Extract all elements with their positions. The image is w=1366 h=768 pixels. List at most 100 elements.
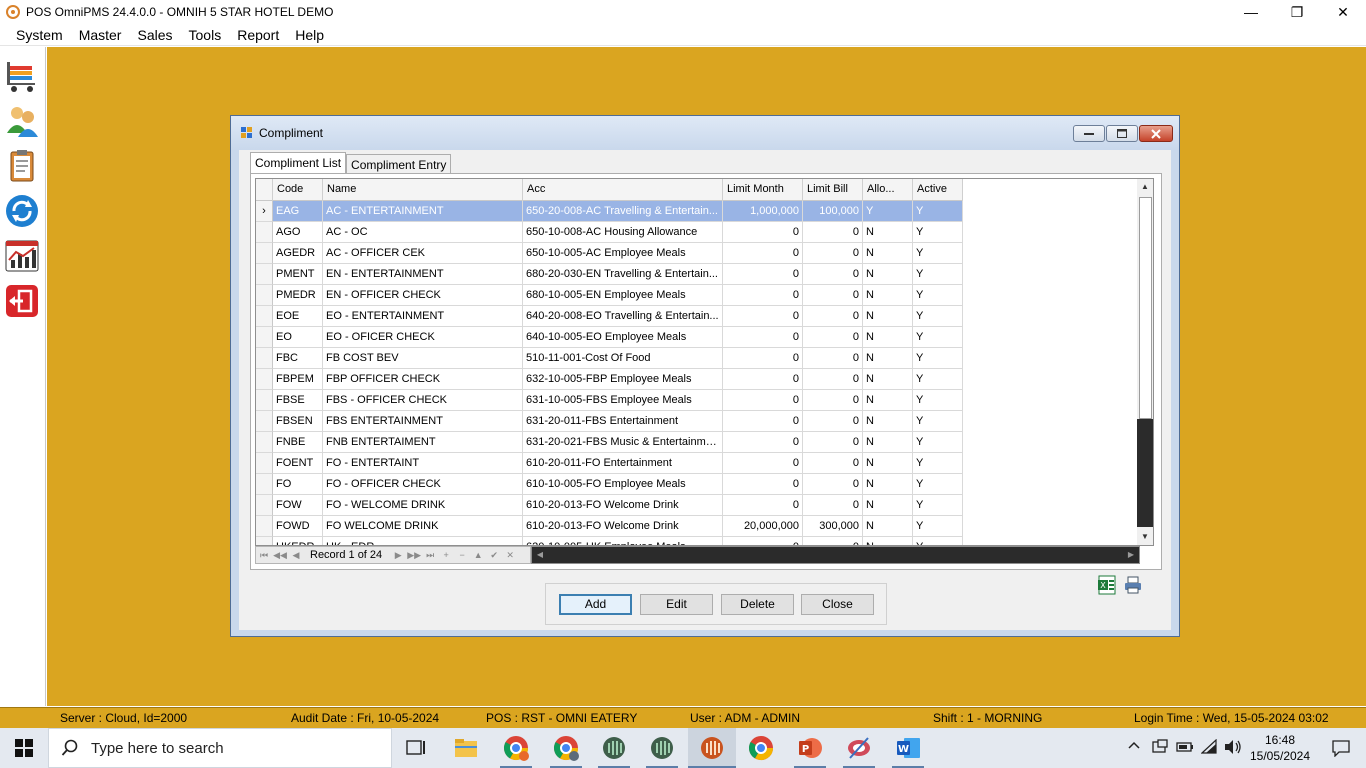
printer-icon[interactable] xyxy=(1123,575,1143,598)
cell-active[interactable]: Y xyxy=(913,285,963,306)
table-row[interactable]: FNBE FNB ENTERTAIMENT 631-20-021-FBS Music… xyxy=(256,432,963,453)
cell-limit-bill[interactable]: 300,000 xyxy=(803,516,863,537)
nav-append-icon[interactable]: + xyxy=(438,550,454,560)
exit-icon[interactable] xyxy=(3,282,41,320)
cell-allowance[interactable]: N xyxy=(863,453,913,474)
cell-limit-bill[interactable]: 0 xyxy=(803,537,863,545)
scroll-track[interactable] xyxy=(1137,419,1153,527)
cell-limit-month[interactable]: 0 xyxy=(723,243,803,264)
cell-limit-month[interactable]: 0 xyxy=(723,453,803,474)
cell-acc[interactable]: 620-10-005-HK Employee Meals xyxy=(523,537,723,545)
cell-limit-bill[interactable]: 0 xyxy=(803,285,863,306)
cell-limit-month[interactable]: 0 xyxy=(723,348,803,369)
cell-acc[interactable]: 610-20-013-FO Welcome Drink xyxy=(523,516,723,537)
column-header-active[interactable]: Active xyxy=(913,179,963,201)
notification-icon[interactable] xyxy=(1332,739,1350,760)
cell-limit-bill[interactable]: 0 xyxy=(803,348,863,369)
cell-active[interactable]: Y xyxy=(913,411,963,432)
compliment-grid[interactable]: Code Name Acc Limit Month Limit Bill Allo... A… xyxy=(255,178,1140,546)
column-header-limit-month[interactable]: Limit Month xyxy=(723,179,803,201)
cell-allowance[interactable]: N xyxy=(863,264,913,285)
cell-limit-bill[interactable]: 0 xyxy=(803,264,863,285)
omnipms-icon[interactable] xyxy=(646,732,678,764)
cell-allowance[interactable]: N xyxy=(863,285,913,306)
vertical-scrollbar[interactable]: ▲ ▼ xyxy=(1137,178,1154,546)
cart-icon[interactable] xyxy=(3,57,41,95)
cell-limit-bill[interactable]: 0 xyxy=(803,243,863,264)
cell-code[interactable]: AGEDR xyxy=(273,243,323,264)
table-row[interactable]: EOE EO - ENTERTAINMENT 640-20-008-EO Trave… xyxy=(256,306,963,327)
tab-compliment-list[interactable]: Compliment List xyxy=(250,152,347,174)
cell-acc[interactable]: 631-10-005-FBS Employee Meals xyxy=(523,390,723,411)
maximize-button[interactable]: ❐ xyxy=(1274,0,1320,24)
taskbar-search[interactable]: Type here to search xyxy=(48,728,392,768)
nav-cancel-icon[interactable]: ✕ xyxy=(502,550,518,561)
cell-name[interactable]: FO - OFFICER CHECK xyxy=(323,474,523,495)
cell-allowance[interactable]: N xyxy=(863,327,913,348)
cell-acc[interactable]: 650-10-008-AC Housing Allowance xyxy=(523,222,723,243)
cell-limit-bill[interactable]: 0 xyxy=(803,432,863,453)
close-button[interactable]: ✕ xyxy=(1320,0,1366,24)
cell-name[interactable]: EN - ENTERTAINMENT xyxy=(323,264,523,285)
menu-sales[interactable]: Sales xyxy=(129,24,180,46)
excel-export-icon[interactable]: X xyxy=(1097,575,1117,598)
cell-limit-month[interactable]: 0 xyxy=(723,327,803,348)
table-row[interactable]: FOENT FO - ENTERTAINT 610-20-011-FO Entert… xyxy=(256,453,963,474)
nav-prev-page-icon[interactable]: ◀◀ xyxy=(272,550,288,561)
chrome-profile-icon[interactable] xyxy=(550,732,582,764)
cell-acc[interactable]: 640-10-005-EO Employee Meals xyxy=(523,327,723,348)
cell-limit-bill[interactable]: 0 xyxy=(803,222,863,243)
row-indicator[interactable] xyxy=(256,390,273,411)
row-indicator[interactable] xyxy=(256,285,273,306)
cell-allowance[interactable]: N xyxy=(863,537,913,545)
column-header-allowance[interactable]: Allo... xyxy=(863,179,913,201)
word-icon[interactable]: W xyxy=(892,732,924,764)
cell-code[interactable]: EAG xyxy=(273,201,323,222)
snipping-tool-icon[interactable] xyxy=(843,732,875,764)
cell-limit-month[interactable]: 20,000,000 xyxy=(723,516,803,537)
table-row[interactable]: AGEDR AC - OFFICER CEK 650-10-005-AC Emplo… xyxy=(256,243,963,264)
column-header-limit-bill[interactable]: Limit Bill xyxy=(803,179,863,201)
chevron-up-icon[interactable] xyxy=(1128,739,1140,753)
cell-active[interactable]: Y xyxy=(913,306,963,327)
cell-acc[interactable]: 631-20-021-FBS Music & Entertainment xyxy=(523,432,723,453)
row-indicator[interactable] xyxy=(256,474,273,495)
cell-limit-bill[interactable]: 0 xyxy=(803,390,863,411)
cell-acc[interactable]: 631-20-011-FBS Entertainment xyxy=(523,411,723,432)
cell-name[interactable]: AC - OC xyxy=(323,222,523,243)
cell-limit-month[interactable]: 0 xyxy=(723,306,803,327)
table-row[interactable]: AGO AC - OC 650-10-008-AC Housing Allowanc… xyxy=(256,222,963,243)
row-indicator[interactable] xyxy=(256,537,273,545)
taskbar-clock[interactable]: 16:48 15/05/2024 xyxy=(1248,732,1312,764)
nav-first-icon[interactable]: ⏮ xyxy=(256,550,272,561)
cell-name[interactable]: FNB ENTERTAIMENT xyxy=(323,432,523,453)
cell-allowance[interactable]: N xyxy=(863,495,913,516)
row-indicator[interactable] xyxy=(256,495,273,516)
row-indicator[interactable] xyxy=(256,327,273,348)
cell-allowance[interactable]: N xyxy=(863,432,913,453)
cell-code[interactable]: AGO xyxy=(273,222,323,243)
cell-limit-month[interactable]: 1,000,000 xyxy=(723,201,803,222)
row-indicator[interactable]: › xyxy=(256,201,273,222)
cell-code[interactable]: EO xyxy=(273,327,323,348)
cell-active[interactable]: Y xyxy=(913,537,963,545)
cell-allowance[interactable]: N xyxy=(863,348,913,369)
column-header-code[interactable]: Code xyxy=(273,179,323,201)
cell-code[interactable]: FOW xyxy=(273,495,323,516)
row-indicator[interactable] xyxy=(256,306,273,327)
cell-active[interactable]: Y xyxy=(913,432,963,453)
cell-code[interactable]: FBC xyxy=(273,348,323,369)
cell-active[interactable]: Y xyxy=(913,495,963,516)
cell-name[interactable]: EN - OFFICER CHECK xyxy=(323,285,523,306)
cell-code[interactable]: FOWD xyxy=(273,516,323,537)
cell-acc[interactable]: 610-10-005-FO Employee Meals xyxy=(523,474,723,495)
cell-limit-bill[interactable]: 0 xyxy=(803,306,863,327)
cell-name[interactable]: FO WELCOME DRINK xyxy=(323,516,523,537)
cell-acc[interactable]: 680-20-030-EN Travelling & Entertain... xyxy=(523,264,723,285)
cell-active[interactable]: Y xyxy=(913,201,963,222)
cell-code[interactable]: PMENT xyxy=(273,264,323,285)
start-button[interactable] xyxy=(0,728,48,768)
battery-icon[interactable] xyxy=(1176,740,1194,757)
meet-now-icon[interactable] xyxy=(1152,739,1168,758)
cell-allowance[interactable]: N xyxy=(863,222,913,243)
